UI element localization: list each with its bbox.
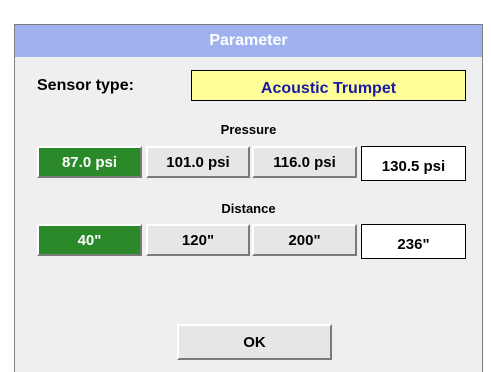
- distance-label: Distance: [221, 201, 276, 216]
- distance-option-200[interactable]: 200": [252, 224, 357, 256]
- distance-custom-input[interactable]: 236": [361, 224, 466, 259]
- distance-option-40[interactable]: 40": [37, 224, 142, 256]
- parameter-dialog: Parameter Sensor type: Acoustic Trumpet …: [14, 24, 483, 372]
- ok-button[interactable]: OK: [177, 324, 332, 360]
- distance-option-120[interactable]: 120": [146, 224, 250, 256]
- dialog-title: Parameter: [15, 25, 482, 57]
- pressure-custom-input[interactable]: 130.5 psi: [361, 146, 466, 181]
- pressure-label: Pressure: [220, 122, 277, 137]
- pressure-option-116[interactable]: 116.0 psi: [252, 146, 357, 178]
- sensor-type-field[interactable]: Acoustic Trumpet: [191, 70, 466, 101]
- pressure-option-101[interactable]: 101.0 psi: [146, 146, 250, 178]
- sensor-type-label: Sensor type:: [37, 77, 134, 94]
- pressure-option-87[interactable]: 87.0 psi: [37, 146, 142, 178]
